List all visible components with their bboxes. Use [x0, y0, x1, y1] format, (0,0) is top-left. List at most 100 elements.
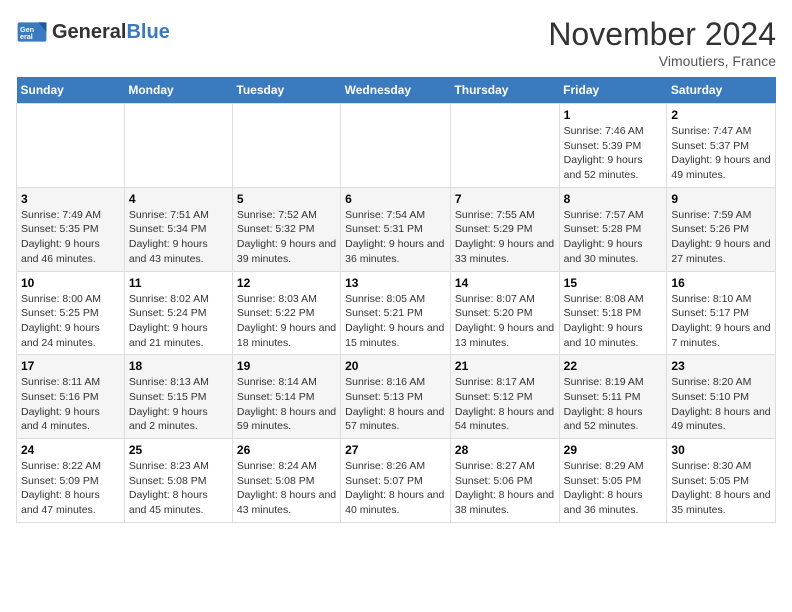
day-number: 8 — [564, 192, 663, 206]
day-number: 6 — [345, 192, 446, 206]
calendar-cell: 29 Sunrise: 8:29 AM Sunset: 5:05 PM Dayli… — [559, 439, 667, 523]
day-number: 22 — [564, 359, 663, 373]
calendar-cell: 8 Sunrise: 7:57 AM Sunset: 5:28 PM Daylig… — [559, 187, 667, 271]
day-info: Sunrise: 8:03 AM Sunset: 5:22 PM Dayligh… — [237, 292, 336, 351]
day-header-sunday: Sunday — [17, 77, 125, 104]
calendar-cell: 9Sunrise: 7:59 AM Sunset: 5:26 PM Daylig… — [667, 187, 776, 271]
calendar-cell: 22 Sunrise: 8:19 AM Sunset: 5:11 PM Dayli… — [559, 355, 667, 439]
day-info: Sunrise: 8:22 AM Sunset: 5:09 PM Dayligh… — [21, 459, 120, 518]
day-number: 16 — [671, 276, 771, 290]
day-info: Sunrise: 7:47 AM Sunset: 5:37 PM Dayligh… — [671, 124, 771, 183]
day-info: Sunrise: 8:17 AM Sunset: 5:12 PM Dayligh… — [455, 375, 555, 434]
day-info: Sunrise: 8:08 AM Sunset: 5:18 PM Dayligh… — [564, 292, 663, 351]
calendar-cell: 5 Sunrise: 7:52 AM Sunset: 5:32 PM Daylig… — [232, 187, 340, 271]
calendar-cell: 28Sunrise: 8:27 AM Sunset: 5:06 PM Dayli… — [450, 439, 559, 523]
day-info: Sunrise: 8:14 AM Sunset: 5:14 PM Dayligh… — [237, 375, 336, 434]
calendar-cell: 27Sunrise: 8:26 AM Sunset: 5:07 PM Dayli… — [341, 439, 451, 523]
calendar-cell: 16 Sunrise: 8:10 AM Sunset: 5:17 PM Dayli… — [667, 271, 776, 355]
calendar-cell: 18 Sunrise: 8:13 AM Sunset: 5:15 PM Dayli… — [124, 355, 232, 439]
svg-text:eral: eral — [20, 32, 33, 41]
calendar-cell: 21 Sunrise: 8:17 AM Sunset: 5:12 PM Dayli… — [450, 355, 559, 439]
day-info: Sunrise: 8:13 AM Sunset: 5:15 PM Dayligh… — [129, 375, 228, 434]
calendar-cell: 2 Sunrise: 7:47 AM Sunset: 5:37 PM Daylig… — [667, 104, 776, 188]
day-number: 19 — [237, 359, 336, 373]
day-info: Sunrise: 7:52 AM Sunset: 5:32 PM Dayligh… — [237, 208, 336, 267]
day-info: Sunrise: 8:00 AM Sunset: 5:25 PM Dayligh… — [21, 292, 120, 351]
calendar-cell: 6 Sunrise: 7:54 AM Sunset: 5:31 PM Daylig… — [341, 187, 451, 271]
calendar-cell: 24 Sunrise: 8:22 AM Sunset: 5:09 PM Dayli… — [17, 439, 125, 523]
calendar-cell: 26 Sunrise: 8:24 AM Sunset: 5:08 PM Dayli… — [232, 439, 340, 523]
calendar-week-1: 1 Sunrise: 7:46 AM Sunset: 5:39 PM Daylig… — [17, 104, 776, 188]
calendar-cell: 30Sunrise: 8:30 AM Sunset: 5:05 PM Dayli… — [667, 439, 776, 523]
logo: Gen eral GeneralBlue — [16, 16, 170, 48]
day-number: 3 — [21, 192, 120, 206]
calendar-cell: 4 Sunrise: 7:51 AM Sunset: 5:34 PM Daylig… — [124, 187, 232, 271]
day-info: Sunrise: 7:49 AM Sunset: 5:35 PM Dayligh… — [21, 208, 120, 267]
day-info: Sunrise: 7:46 AM Sunset: 5:39 PM Dayligh… — [564, 124, 663, 183]
day-number: 14 — [455, 276, 555, 290]
calendar-cell: 3 Sunrise: 7:49 AM Sunset: 5:35 PM Daylig… — [17, 187, 125, 271]
calendar-table: SundayMondayTuesdayWednesdayThursdayFrid… — [16, 77, 776, 523]
day-number: 26 — [237, 443, 336, 457]
day-info: Sunrise: 8:26 AM Sunset: 5:07 PM Dayligh… — [345, 459, 446, 518]
calendar-cell: 17 Sunrise: 8:11 AM Sunset: 5:16 PM Dayli… — [17, 355, 125, 439]
calendar-header-row: SundayMondayTuesdayWednesdayThursdayFrid… — [17, 77, 776, 104]
day-info: Sunrise: 8:16 AM Sunset: 5:13 PM Dayligh… — [345, 375, 446, 434]
day-info: Sunrise: 8:23 AM Sunset: 5:08 PM Dayligh… — [129, 459, 228, 518]
day-number: 11 — [129, 276, 228, 290]
day-number: 21 — [455, 359, 555, 373]
day-info: Sunrise: 8:24 AM Sunset: 5:08 PM Dayligh… — [237, 459, 336, 518]
day-number: 15 — [564, 276, 663, 290]
day-number: 9 — [671, 192, 771, 206]
day-info: Sunrise: 7:55 AM Sunset: 5:29 PM Dayligh… — [455, 208, 555, 267]
calendar-cell: 15 Sunrise: 8:08 AM Sunset: 5:18 PM Dayli… — [559, 271, 667, 355]
day-number: 29 — [564, 443, 663, 457]
day-info: Sunrise: 7:51 AM Sunset: 5:34 PM Dayligh… — [129, 208, 228, 267]
day-info: Sunrise: 8:27 AM Sunset: 5:06 PM Dayligh… — [455, 459, 555, 518]
day-info: Sunrise: 7:57 AM Sunset: 5:28 PM Dayligh… — [564, 208, 663, 267]
logo-icon: Gen eral — [16, 16, 48, 48]
day-info: Sunrise: 8:05 AM Sunset: 5:21 PM Dayligh… — [345, 292, 446, 351]
day-number: 12 — [237, 276, 336, 290]
day-number: 4 — [129, 192, 228, 206]
day-number: 1 — [564, 108, 663, 122]
calendar-cell: 11 Sunrise: 8:02 AM Sunset: 5:24 PM Dayli… — [124, 271, 232, 355]
calendar-cell: 19 Sunrise: 8:14 AM Sunset: 5:14 PM Dayli… — [232, 355, 340, 439]
logo-blue-text: Blue — [126, 21, 169, 43]
day-number: 24 — [21, 443, 120, 457]
day-info: Sunrise: 8:20 AM Sunset: 5:10 PM Dayligh… — [671, 375, 771, 434]
calendar-week-4: 17 Sunrise: 8:11 AM Sunset: 5:16 PM Dayli… — [17, 355, 776, 439]
month-title: November 2024 — [548, 16, 776, 53]
calendar-cell — [232, 104, 340, 188]
calendar-cell — [17, 104, 125, 188]
day-header-tuesday: Tuesday — [232, 77, 340, 104]
calendar-cell: 23 Sunrise: 8:20 AM Sunset: 5:10 PM Dayli… — [667, 355, 776, 439]
day-number: 13 — [345, 276, 446, 290]
day-info: Sunrise: 8:10 AM Sunset: 5:17 PM Dayligh… — [671, 292, 771, 351]
calendar-cell: 12 Sunrise: 8:03 AM Sunset: 5:22 PM Dayli… — [232, 271, 340, 355]
calendar-cell — [341, 104, 451, 188]
day-number: 2 — [671, 108, 771, 122]
day-info: Sunrise: 8:11 AM Sunset: 5:16 PM Dayligh… — [21, 375, 120, 434]
calendar-cell: 20 Sunrise: 8:16 AM Sunset: 5:13 PM Dayli… — [341, 355, 451, 439]
calendar-cell: 10Sunrise: 8:00 AM Sunset: 5:25 PM Dayli… — [17, 271, 125, 355]
calendar-cell: 25 Sunrise: 8:23 AM Sunset: 5:08 PM Dayli… — [124, 439, 232, 523]
day-number: 5 — [237, 192, 336, 206]
day-info: Sunrise: 8:29 AM Sunset: 5:05 PM Dayligh… — [564, 459, 663, 518]
calendar-cell — [124, 104, 232, 188]
day-header-thursday: Thursday — [450, 77, 559, 104]
day-info: Sunrise: 8:02 AM Sunset: 5:24 PM Dayligh… — [129, 292, 228, 351]
day-number: 7 — [455, 192, 555, 206]
logo-general-text: General — [52, 21, 126, 43]
day-info: Sunrise: 8:19 AM Sunset: 5:11 PM Dayligh… — [564, 375, 663, 434]
day-number: 23 — [671, 359, 771, 373]
day-info: Sunrise: 7:54 AM Sunset: 5:31 PM Dayligh… — [345, 208, 446, 267]
day-number: 25 — [129, 443, 228, 457]
day-number: 18 — [129, 359, 228, 373]
calendar-week-2: 3 Sunrise: 7:49 AM Sunset: 5:35 PM Daylig… — [17, 187, 776, 271]
day-info: Sunrise: 8:30 AM Sunset: 5:05 PM Dayligh… — [671, 459, 771, 518]
location: Vimoutiers, France — [548, 53, 776, 69]
day-number: 17 — [21, 359, 120, 373]
day-number: 20 — [345, 359, 446, 373]
calendar-cell: 14Sunrise: 8:07 AM Sunset: 5:20 PM Dayli… — [450, 271, 559, 355]
